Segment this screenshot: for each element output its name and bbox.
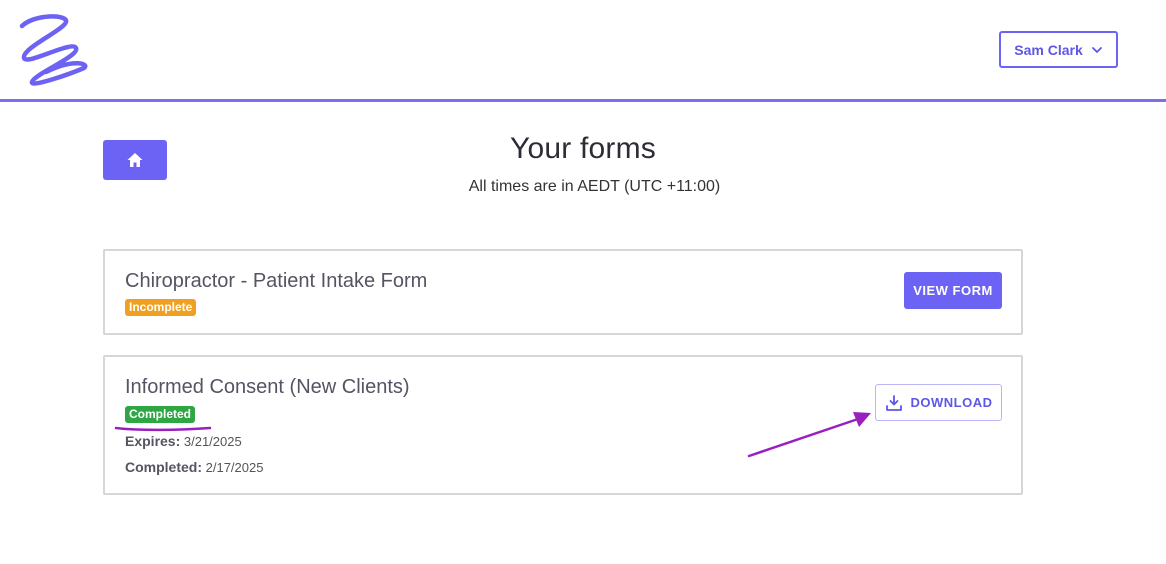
completed-label: Completed: xyxy=(125,459,202,475)
download-icon xyxy=(885,394,902,411)
chevron-down-icon xyxy=(1091,46,1102,53)
download-button[interactable]: DOWNLOAD xyxy=(875,384,1002,421)
download-label: DOWNLOAD xyxy=(910,395,993,410)
completed-date: Completed: 2/17/2025 xyxy=(125,459,263,475)
form-title: Chiropractor - Patient Intake Form xyxy=(125,270,428,292)
status-badge: Completed xyxy=(125,406,196,423)
status-badge: Incomplete xyxy=(125,299,197,316)
timezone-note: All times are in AEDT (UTC +11:00) xyxy=(468,178,721,195)
expires-value: 3/21/2025 xyxy=(183,434,242,449)
form-title: Informed Consent (New Clients) xyxy=(125,376,410,398)
form-card-intake: Chiropractor - Patient Intake Form Incom… xyxy=(103,249,1023,335)
view-form-button[interactable]: VIEW FORM xyxy=(904,272,1002,309)
expires-date: Expires: 3/21/2025 xyxy=(125,433,242,449)
completed-value: 2/17/2025 xyxy=(205,460,264,475)
brand-logo[interactable] xyxy=(16,12,92,86)
form-card-consent: Informed Consent (New Clients) Completed… xyxy=(103,355,1023,495)
user-name-label: Sam Clark xyxy=(1014,41,1083,58)
user-menu-button[interactable]: Sam Clark xyxy=(999,31,1118,68)
expires-label: Expires: xyxy=(125,433,181,449)
page-title: Your forms xyxy=(510,132,656,165)
top-bar: Sam Clark xyxy=(0,0,1166,102)
